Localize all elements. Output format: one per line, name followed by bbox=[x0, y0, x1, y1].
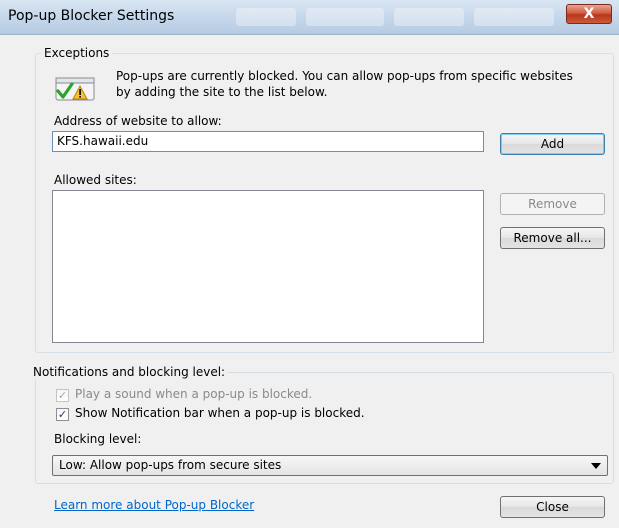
play-sound-checkbox[interactable]: ✓ bbox=[56, 389, 69, 402]
add-button[interactable]: Add bbox=[500, 133, 605, 155]
show-notification-bar-label: Show Notification bar when a pop-up is b… bbox=[75, 406, 365, 420]
exceptions-group-label: Exceptions bbox=[41, 46, 113, 60]
warning-check-icon bbox=[55, 77, 95, 101]
close-button[interactable]: Close bbox=[500, 496, 605, 518]
remove-all-button[interactable]: Remove all... bbox=[500, 227, 605, 249]
exceptions-info-text: Pop-ups are currently blocked. You can a… bbox=[116, 69, 573, 99]
remove-button[interactable]: Remove bbox=[500, 193, 605, 215]
background-tab-shadow bbox=[394, 8, 464, 26]
blocking-level-select[interactable]: Low: Allow pop-ups from secure sites bbox=[52, 455, 608, 476]
learn-more-link[interactable]: Learn more about Pop-up Blocker bbox=[54, 498, 254, 512]
window-title: Pop-up Blocker Settings bbox=[8, 8, 175, 24]
title-bar[interactable]: Pop-up Blocker Settings X bbox=[0, 0, 619, 35]
window-close-button[interactable]: X bbox=[566, 4, 612, 24]
chevron-down-icon bbox=[591, 463, 601, 469]
address-input[interactable]: KFS.hawaii.edu bbox=[52, 131, 484, 152]
notifications-group-label: Notifications and blocking level: bbox=[30, 365, 229, 379]
close-icon: X bbox=[583, 6, 595, 22]
show-notification-bar-checkbox[interactable]: ✓ bbox=[56, 408, 69, 421]
play-sound-label: Play a sound when a pop-up is blocked. bbox=[75, 387, 313, 401]
background-tab-shadow bbox=[474, 8, 554, 26]
address-label: Address of website to allow: bbox=[54, 114, 222, 128]
blocking-level-label: Blocking level: bbox=[54, 432, 142, 446]
dialog-window: Pop-up Blocker Settings X Exceptions Pop… bbox=[0, 0, 619, 528]
allowed-sites-label: Allowed sites: bbox=[54, 173, 137, 187]
background-tab-shadow bbox=[236, 8, 296, 26]
background-tab-shadow bbox=[306, 8, 384, 26]
allowed-sites-list[interactable] bbox=[52, 190, 484, 343]
blocking-level-value: Low: Allow pop-ups from secure sites bbox=[59, 458, 282, 472]
